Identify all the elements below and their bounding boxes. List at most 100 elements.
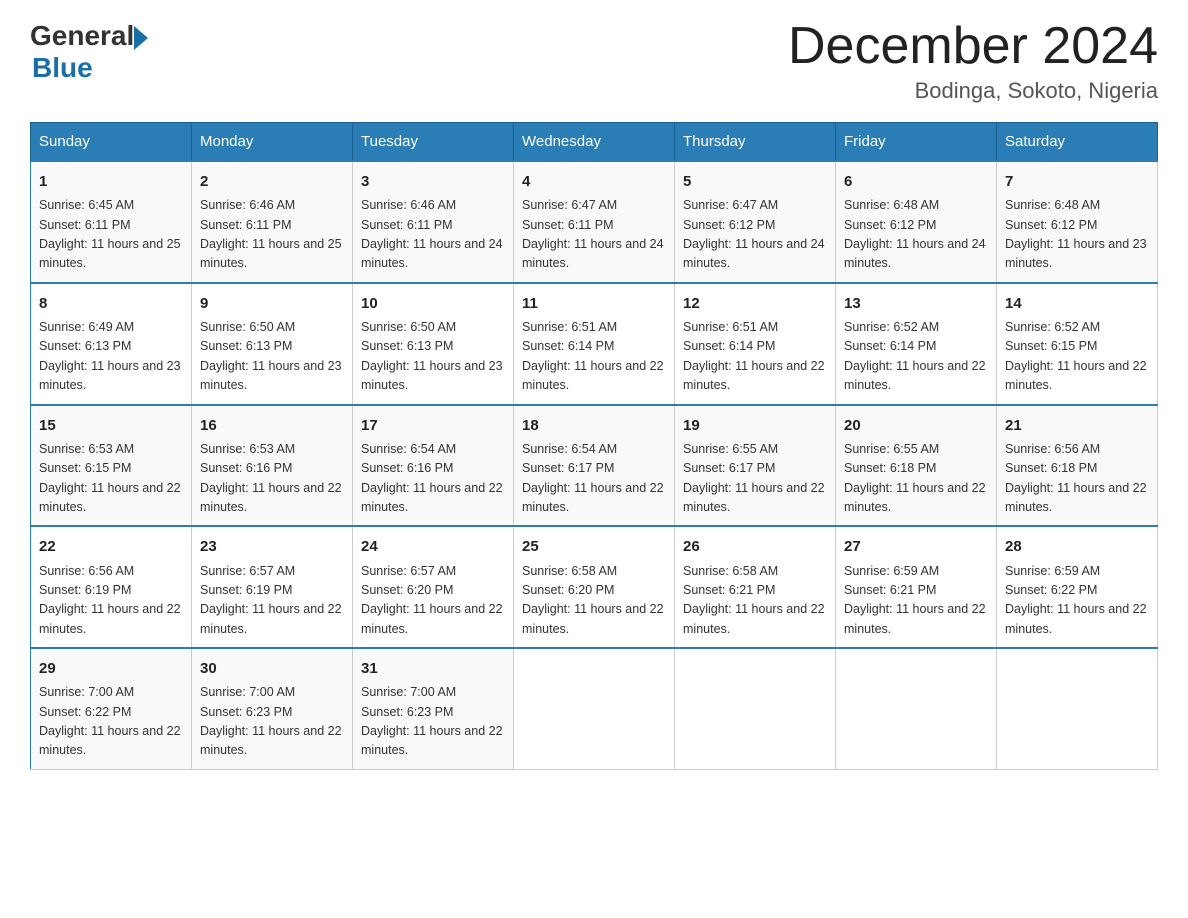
day-cell: 16 Sunrise: 6:53 AMSunset: 6:16 PMDayligh…	[192, 405, 353, 527]
day-cell: 23 Sunrise: 6:57 AMSunset: 6:19 PMDayligh…	[192, 526, 353, 648]
day-info: Sunrise: 6:59 AMSunset: 6:21 PMDaylight:…	[844, 562, 988, 640]
day-info: Sunrise: 6:57 AMSunset: 6:20 PMDaylight:…	[361, 562, 505, 640]
day-number: 30	[200, 657, 344, 680]
day-info: Sunrise: 6:50 AMSunset: 6:13 PMDaylight:…	[200, 318, 344, 396]
day-number: 22	[39, 535, 183, 558]
day-info: Sunrise: 6:54 AMSunset: 6:17 PMDaylight:…	[522, 440, 666, 518]
day-number: 13	[844, 292, 988, 315]
day-info: Sunrise: 6:56 AMSunset: 6:19 PMDaylight:…	[39, 562, 183, 640]
day-number: 17	[361, 414, 505, 437]
logo: General Blue	[30, 20, 148, 84]
day-cell: 2 Sunrise: 6:46 AMSunset: 6:11 PMDaylight…	[192, 161, 353, 283]
day-number: 19	[683, 414, 827, 437]
header-monday: Monday	[192, 123, 353, 162]
day-info: Sunrise: 6:58 AMSunset: 6:21 PMDaylight:…	[683, 562, 827, 640]
day-number: 8	[39, 292, 183, 315]
day-number: 16	[200, 414, 344, 437]
calendar-table: SundayMondayTuesdayWednesdayThursdayFrid…	[30, 122, 1158, 770]
day-cell: 3Sunrise: 6:46 AMSunset: 6:11 PMDaylight…	[353, 161, 514, 283]
logo-arrow-icon	[134, 26, 148, 50]
day-number: 5	[683, 170, 827, 193]
week-row-4: 22 Sunrise: 6:56 AMSunset: 6:19 PMDayligh…	[31, 526, 1158, 648]
day-cell	[675, 648, 836, 769]
day-number: 14	[1005, 292, 1149, 315]
day-info: Sunrise: 6:53 AMSunset: 6:16 PMDaylight:…	[200, 440, 344, 518]
header-thursday: Thursday	[675, 123, 836, 162]
day-info: Sunrise: 6:56 AMSunset: 6:18 PMDaylight:…	[1005, 440, 1149, 518]
day-cell: 19 Sunrise: 6:55 AMSunset: 6:17 PMDayligh…	[675, 405, 836, 527]
day-number: 25	[522, 535, 666, 558]
day-cell: 28Sunrise: 6:59 AMSunset: 6:22 PMDayligh…	[997, 526, 1158, 648]
day-number: 15	[39, 414, 183, 437]
day-info: Sunrise: 6:49 AMSunset: 6:13 PMDaylight:…	[39, 318, 183, 396]
day-info: Sunrise: 6:55 AMSunset: 6:17 PMDaylight:…	[683, 440, 827, 518]
day-cell: 26 Sunrise: 6:58 AMSunset: 6:21 PMDayligh…	[675, 526, 836, 648]
day-info: Sunrise: 6:48 AMSunset: 6:12 PMDaylight:…	[1005, 196, 1149, 274]
day-cell: 1 Sunrise: 6:45 AMSunset: 6:11 PMDaylight…	[31, 161, 192, 283]
month-year-title: December 2024	[788, 20, 1158, 72]
day-number: 4	[522, 170, 666, 193]
day-cell: 18Sunrise: 6:54 AMSunset: 6:17 PMDayligh…	[514, 405, 675, 527]
day-cell	[997, 648, 1158, 769]
day-number: 2	[200, 170, 344, 193]
day-info: Sunrise: 7:00 AMSunset: 6:23 PMDaylight:…	[361, 683, 505, 761]
day-number: 9	[200, 292, 344, 315]
day-number: 7	[1005, 170, 1149, 193]
day-cell: 5 Sunrise: 6:47 AMSunset: 6:12 PMDaylight…	[675, 161, 836, 283]
header-tuesday: Tuesday	[353, 123, 514, 162]
header-wednesday: Wednesday	[514, 123, 675, 162]
day-cell: 17Sunrise: 6:54 AMSunset: 6:16 PMDayligh…	[353, 405, 514, 527]
day-number: 3	[361, 170, 505, 193]
week-row-1: 1 Sunrise: 6:45 AMSunset: 6:11 PMDaylight…	[31, 161, 1158, 283]
day-number: 23	[200, 535, 344, 558]
day-cell: 12 Sunrise: 6:51 AMSunset: 6:14 PMDayligh…	[675, 283, 836, 405]
day-info: Sunrise: 6:51 AMSunset: 6:14 PMDaylight:…	[522, 318, 666, 396]
day-info: Sunrise: 6:53 AMSunset: 6:15 PMDaylight:…	[39, 440, 183, 518]
day-cell	[514, 648, 675, 769]
day-info: Sunrise: 7:00 AMSunset: 6:22 PMDaylight:…	[39, 683, 183, 761]
day-number: 21	[1005, 414, 1149, 437]
day-cell: 15 Sunrise: 6:53 AMSunset: 6:15 PMDayligh…	[31, 405, 192, 527]
day-number: 6	[844, 170, 988, 193]
day-cell: 25Sunrise: 6:58 AMSunset: 6:20 PMDayligh…	[514, 526, 675, 648]
day-cell: 10Sunrise: 6:50 AMSunset: 6:13 PMDayligh…	[353, 283, 514, 405]
day-info: Sunrise: 6:51 AMSunset: 6:14 PMDaylight:…	[683, 318, 827, 396]
day-info: Sunrise: 6:47 AMSunset: 6:12 PMDaylight:…	[683, 196, 827, 274]
title-section: December 2024 Bodinga, Sokoto, Nigeria	[788, 20, 1158, 104]
day-number: 12	[683, 292, 827, 315]
day-info: Sunrise: 6:50 AMSunset: 6:13 PMDaylight:…	[361, 318, 505, 396]
day-cell: 7 Sunrise: 6:48 AMSunset: 6:12 PMDaylight…	[997, 161, 1158, 283]
day-cell: 13Sunrise: 6:52 AMSunset: 6:14 PMDayligh…	[836, 283, 997, 405]
header-sunday: Sunday	[31, 123, 192, 162]
week-row-3: 15 Sunrise: 6:53 AMSunset: 6:15 PMDayligh…	[31, 405, 1158, 527]
logo-blue-text: Blue	[32, 52, 148, 84]
day-number: 24	[361, 535, 505, 558]
day-cell: 8 Sunrise: 6:49 AMSunset: 6:13 PMDaylight…	[31, 283, 192, 405]
day-number: 27	[844, 535, 988, 558]
day-number: 29	[39, 657, 183, 680]
day-number: 20	[844, 414, 988, 437]
day-info: Sunrise: 6:57 AMSunset: 6:19 PMDaylight:…	[200, 562, 344, 640]
day-cell: 14 Sunrise: 6:52 AMSunset: 6:15 PMDayligh…	[997, 283, 1158, 405]
day-number: 31	[361, 657, 505, 680]
day-cell: 6 Sunrise: 6:48 AMSunset: 6:12 PMDaylight…	[836, 161, 997, 283]
header-friday: Friday	[836, 123, 997, 162]
day-cell: 21 Sunrise: 6:56 AMSunset: 6:18 PMDayligh…	[997, 405, 1158, 527]
header-saturday: Saturday	[997, 123, 1158, 162]
location-subtitle: Bodinga, Sokoto, Nigeria	[788, 78, 1158, 104]
day-info: Sunrise: 6:48 AMSunset: 6:12 PMDaylight:…	[844, 196, 988, 274]
day-number: 26	[683, 535, 827, 558]
day-cell: 11 Sunrise: 6:51 AMSunset: 6:14 PMDayligh…	[514, 283, 675, 405]
day-cell: 24 Sunrise: 6:57 AMSunset: 6:20 PMDayligh…	[353, 526, 514, 648]
day-cell: 20Sunrise: 6:55 AMSunset: 6:18 PMDayligh…	[836, 405, 997, 527]
day-number: 1	[39, 170, 183, 193]
day-info: Sunrise: 6:46 AMSunset: 6:11 PMDaylight:…	[200, 196, 344, 274]
day-cell: 30Sunrise: 7:00 AMSunset: 6:23 PMDayligh…	[192, 648, 353, 769]
week-row-2: 8 Sunrise: 6:49 AMSunset: 6:13 PMDaylight…	[31, 283, 1158, 405]
logo-general-text: General	[30, 20, 134, 52]
day-info: Sunrise: 6:45 AMSunset: 6:11 PMDaylight:…	[39, 196, 183, 274]
day-cell: 29 Sunrise: 7:00 AMSunset: 6:22 PMDayligh…	[31, 648, 192, 769]
day-cell: 27 Sunrise: 6:59 AMSunset: 6:21 PMDayligh…	[836, 526, 997, 648]
day-number: 11	[522, 292, 666, 315]
day-info: Sunrise: 6:52 AMSunset: 6:15 PMDaylight:…	[1005, 318, 1149, 396]
